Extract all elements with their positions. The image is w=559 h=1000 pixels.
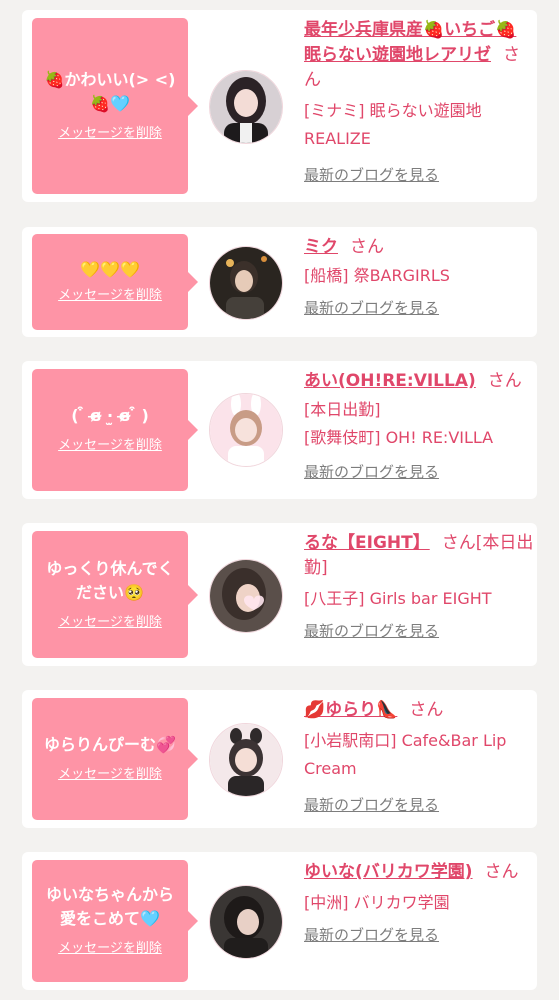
message-bubble: ( ͒ ɞ̴̶̷ ·̫ ɞ̴̶̷ ͒ ) メッセージを削除 [32, 369, 198, 491]
message-bubble: 💛💛💛 メッセージを削除 [32, 234, 198, 330]
avatar[interactable] [209, 246, 283, 320]
list-item: ゆいなちゃんから愛をこめて🩵 メッセージを削除 ゆいな(バリカワ学園) さん [中… [22, 852, 537, 990]
list-item: ゆらりんぴーむ💞 メッセージを削除 💋ゆらり👠 さん [小岩駅南口] Cafe&B… [22, 690, 537, 828]
latest-blog-link[interactable]: 最新のブログを見る [304, 923, 439, 947]
latest-blog-link[interactable]: 最新のブログを見る [304, 296, 439, 320]
message-text: 💛💛💛 [80, 260, 140, 279]
shop-info: [中洲] バリカワ学園 [304, 893, 450, 912]
delete-message-link[interactable]: メッセージを削除 [58, 286, 162, 306]
host-info: ミク さん [船橋] 祭BARGIRLS 最新のブログを見る [304, 235, 534, 320]
shop-info: [ミナミ] 眠らない遊園地REALIZE [304, 101, 482, 148]
list-item: 💛💛💛 メッセージを削除 ミク さん [船橋] 祭BARGIRLS 最新のブログを… [22, 227, 537, 337]
avatar[interactable] [209, 723, 283, 797]
shop-info: [小岩駅南口] Cafe&Bar Lip Cream [304, 731, 507, 778]
delete-message-link[interactable]: メッセージを削除 [58, 765, 162, 785]
host-name-link[interactable]: ゆいな(バリカワ学園) [304, 862, 473, 882]
honorific: さん [484, 862, 519, 882]
delete-message-link[interactable]: メッセージを削除 [58, 939, 162, 959]
latest-blog-link[interactable]: 最新のブログを見る [304, 793, 439, 817]
list-item: ( ͒ ɞ̴̶̷ ·̫ ɞ̴̶̷ ͒ ) メッセージを削除 あい(OH!RE:V… [22, 361, 537, 499]
message-text: ゆっくり休んでください🥺 [46, 558, 174, 602]
message-text: 🍓かわいい(> <)🍓🩵 [44, 70, 176, 113]
host-name-link[interactable]: あい(OH!RE:VILLA) [304, 371, 476, 391]
delete-message-link[interactable]: メッセージを削除 [58, 613, 162, 633]
honorific: さん [487, 371, 522, 391]
message-text: ( ͒ ɞ̴̶̷ ·̫ ɞ̴̶̷ ͒ ) [71, 406, 149, 425]
avatar[interactable] [209, 885, 283, 959]
shop-info: [歌舞伎町] OH! RE:VILLA [304, 428, 494, 447]
delete-message-link[interactable]: メッセージを削除 [58, 436, 162, 456]
honorific: さん [350, 237, 384, 257]
host-info: あい(OH!RE:VILLA) さん [本日出勤] [歌舞伎町] OH! RE:V… [304, 369, 534, 484]
host-info: 最年少兵庫県産🍓いちご🍓 眠らない遊園地レアリゼ さん [ミナミ] 眠らない遊園地… [304, 18, 534, 187]
message-text: ゆいなちゃんから愛をこめて🩵 [45, 885, 174, 928]
host-info: ゆいな(バリカワ学園) さん [中洲] バリカワ学園 最新のブログを見る [304, 860, 534, 947]
message-bubble: ゆらりんぴーむ💞 メッセージを削除 [32, 698, 198, 820]
latest-blog-link[interactable]: 最新のブログを見る [304, 460, 439, 484]
message-bubble: ゆっくり休んでください🥺 メッセージを削除 [32, 531, 198, 658]
message-list: 🍓かわいい(> <)🍓🩵 メッセージを削除 最年少兵庫県産🍓いちご🍓 眠らない遊… [0, 0, 559, 1000]
latest-blog-link[interactable]: 最新のブログを見る [304, 619, 439, 643]
list-item: 🍓かわいい(> <)🍓🩵 メッセージを削除 最年少兵庫県産🍓いちご🍓 眠らない遊… [22, 10, 537, 202]
message-bubble: 🍓かわいい(> <)🍓🩵 メッセージを削除 [32, 18, 198, 194]
delete-message-link[interactable]: メッセージを削除 [58, 124, 162, 144]
list-item: ゆっくり休んでください🥺 メッセージを削除 るな【EIGHT】 さん[本日出勤] … [22, 523, 537, 666]
host-info: 💋ゆらり👠 さん [小岩駅南口] Cafe&Bar Lip Cream 最新のブロ… [304, 698, 534, 817]
message-text: ゆらりんぴーむ💞 [44, 735, 176, 754]
honorific: さん [409, 700, 444, 720]
host-info: るな【EIGHT】 さん[本日出勤] [八王子] Girls bar EIGHT … [304, 531, 534, 643]
avatar[interactable] [209, 70, 283, 144]
avatar[interactable] [209, 559, 283, 633]
latest-blog-link[interactable]: 最新のブログを見る [304, 163, 439, 187]
shop-info: [船橋] 祭BARGIRLS [304, 266, 450, 285]
host-name-link[interactable]: 💋ゆらり👠 [304, 700, 397, 720]
message-bubble: ゆいなちゃんから愛をこめて🩵 メッセージを削除 [32, 860, 198, 982]
avatar[interactable] [209, 393, 283, 467]
host-name-link[interactable]: ミク [304, 237, 338, 257]
host-name-link[interactable]: るな【EIGHT】 [304, 533, 430, 553]
host-name-link[interactable]: 最年少兵庫県産🍓いちご🍓 眠らない遊園地レアリゼ [304, 20, 516, 65]
shop-info: [八王子] Girls bar EIGHT [304, 589, 492, 608]
shop-info: [本日出勤] [304, 400, 381, 419]
